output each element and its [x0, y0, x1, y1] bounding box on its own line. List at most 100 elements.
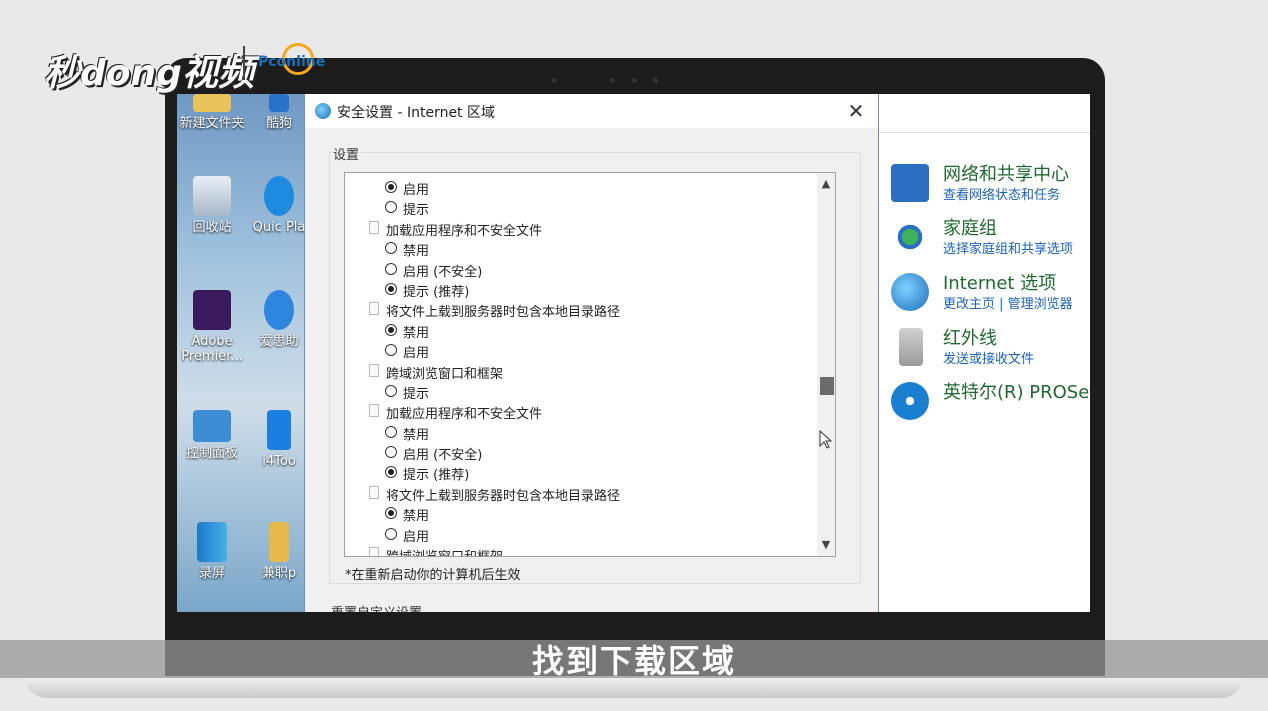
setting-option[interactable]: 提示: [345, 381, 815, 402]
dialog-title: 安全设置 - Internet 区域: [337, 105, 495, 121]
cp-title-internet-options[interactable]: Internet 选项: [943, 269, 1056, 295]
setting-heading-label: 加载应用程序和不安全文件: [386, 223, 543, 239]
logo-separator: [243, 46, 245, 80]
setting-option[interactable]: 提示: [345, 197, 815, 219]
radio-button[interactable]: [385, 323, 397, 336]
quicktime-icon: [264, 176, 294, 216]
setting-heading-label: 跨域浏览窗口和框架: [386, 366, 504, 382]
radio-button[interactable]: [385, 262, 397, 275]
screen: 新建文件夹 酷狗 回收站 Quic Pla Adobe Premier... 爱…: [177, 94, 1090, 612]
radio-button[interactable]: [385, 181, 397, 193]
setting-heading-label: 跨域浏览窗口和框架: [386, 546, 503, 556]
cp-link-send-receive[interactable]: 发送或接收文件: [943, 348, 1034, 367]
camera-dot: [552, 78, 557, 83]
recycle-bin-icon: [193, 176, 231, 216]
cp-link-homegroup-options[interactable]: 选择家庭组和共享选项: [943, 238, 1073, 257]
desktop-icon-control-panel[interactable]: 控制面板: [177, 410, 247, 461]
security-settings-dialog: 安全设置 - Internet 区域 ✕ 设置 启用 提示 加载应用程序和不安全文件…: [304, 94, 879, 612]
setting-option[interactable]: 启用 (不安全): [345, 442, 815, 464]
cp-link-change-homepage[interactable]: 更改主页 | 管理浏览器: [943, 293, 1073, 312]
desktop-icon-premiere[interactable]: Adobe Premier...: [177, 290, 247, 364]
document-icon: [369, 547, 379, 556]
setting-option-label: 提示: [403, 203, 430, 219]
radio-button[interactable]: [385, 282, 397, 295]
setting-option[interactable]: 启用 (不安全): [345, 259, 815, 280]
logo-pconline: Pconline: [258, 54, 326, 70]
video-subtitle: 找到下载区域: [531, 642, 736, 680]
desktop-icon-parttime[interactable]: 兼职p: [249, 522, 309, 581]
setting-option-label: 禁用: [403, 244, 430, 260]
radio-button[interactable]: [385, 425, 397, 438]
camera-dot: [632, 78, 637, 83]
desktop-icon-new-folder[interactable]: 新建文件夹: [177, 94, 247, 131]
restart-note: *在重新启动你的计算机后生效: [345, 568, 521, 583]
setting-option[interactable]: 启用: [345, 524, 815, 545]
scroll-up-icon[interactable]: ▲: [817, 175, 835, 193]
setting-heading: 加载应用程序和不安全文件: [345, 401, 815, 422]
control-panel-icon: [193, 410, 231, 442]
kugou-icon: [269, 94, 289, 112]
setting-option-label: 启用: [403, 529, 430, 545]
desktop-icon-i4tools[interactable]: i4Too: [249, 410, 309, 469]
setting-option-label: 提示 (推荐): [403, 284, 470, 300]
radio-button[interactable]: [385, 466, 397, 479]
radio-button[interactable]: [385, 527, 397, 540]
setting-heading: 加载应用程序和不安全文件: [345, 218, 815, 239]
document-icon: [369, 302, 379, 316]
setting-option[interactable]: 提示 (推荐): [345, 462, 815, 483]
settings-scrollbar[interactable]: ▲ ▼: [817, 173, 835, 556]
desktop: 新建文件夹 酷狗 回收站 Quic Pla Adobe Premier... 爱…: [177, 94, 307, 612]
setting-heading-label: 将文件上载到服务器时包含本地目录路径: [386, 305, 621, 321]
setting-option[interactable]: 禁用: [345, 503, 815, 525]
setting-heading: 将文件上载到服务器时包含本地目录路径: [345, 483, 815, 504]
dialog-titlebar[interactable]: 安全设置 - Internet 区域 ✕: [305, 94, 878, 128]
setting-option[interactable]: 禁用: [345, 320, 815, 341]
cp-title-intel-proset[interactable]: 英特尔(R) PROSet: [943, 378, 1090, 404]
setting-option-label: 提示: [403, 386, 430, 402]
cp-link-network-status[interactable]: 查看网络状态和任务: [943, 184, 1060, 203]
close-button[interactable]: ✕: [844, 99, 868, 123]
setting-heading: 将文件上载到服务器时包含本地目录路径: [345, 299, 815, 321]
parttime-icon: [269, 522, 289, 562]
setting-option[interactable]: 启用: [345, 340, 815, 362]
desktop-icon-kugou[interactable]: 酷狗: [249, 94, 309, 131]
logo-miaodong: 秒dong视频: [44, 53, 254, 94]
radio-button[interactable]: [385, 201, 397, 214]
setting-heading-label: 将文件上载到服务器时包含本地目录路径: [386, 488, 621, 504]
setting-option[interactable]: 禁用: [345, 422, 815, 443]
settings-list[interactable]: 启用 提示 加载应用程序和不安全文件 禁用 启用 (不安全) 提示 (推荐) 将文件上载到服…: [344, 172, 836, 557]
mouse-cursor-icon: [819, 430, 833, 449]
setting-option-label: 启用: [403, 183, 430, 198]
radio-button[interactable]: [385, 242, 397, 255]
scroll-down-icon[interactable]: ▼: [817, 536, 835, 554]
setting-heading: 跨域浏览窗口和框架: [345, 361, 815, 382]
infrared-icon: [899, 328, 923, 366]
premiere-icon: [193, 290, 231, 330]
setting-option[interactable]: 启用: [345, 177, 815, 198]
desktop-icon-recorder[interactable]: 录屏: [177, 522, 247, 581]
scrollbar-thumb[interactable]: [820, 377, 834, 395]
cp-title-infrared[interactable]: 红外线: [943, 324, 997, 350]
recorder-icon: [197, 522, 227, 562]
radio-button[interactable]: [385, 446, 397, 459]
desktop-icon-quicktime[interactable]: Quic Pla: [249, 176, 309, 235]
wifi-icon: [891, 382, 929, 420]
cp-title-network[interactable]: 网络和共享中心: [943, 160, 1069, 186]
document-icon: [369, 363, 379, 377]
radio-button[interactable]: [385, 507, 397, 520]
desktop-icon-aisi[interactable]: 爱思助: [249, 290, 309, 349]
setting-option-label: 启用 (不安全): [403, 264, 483, 280]
setting-option-label: 禁用: [403, 509, 430, 525]
radio-button[interactable]: [385, 344, 397, 357]
setting-option-label: 启用: [403, 346, 430, 362]
internet-zone-icon: [315, 103, 331, 119]
divider: [877, 132, 1090, 133]
cp-title-homegroup[interactable]: 家庭组: [943, 214, 997, 240]
setting-option[interactable]: 禁用: [345, 238, 815, 260]
desktop-icon-recycle-bin[interactable]: 回收站: [177, 176, 247, 235]
setting-option-label: 启用 (不安全): [403, 448, 483, 464]
radio-button[interactable]: [385, 384, 397, 397]
homegroup-icon: [891, 218, 929, 256]
folder-icon: [193, 94, 231, 112]
setting-option[interactable]: 提示 (推荐): [345, 279, 815, 300]
